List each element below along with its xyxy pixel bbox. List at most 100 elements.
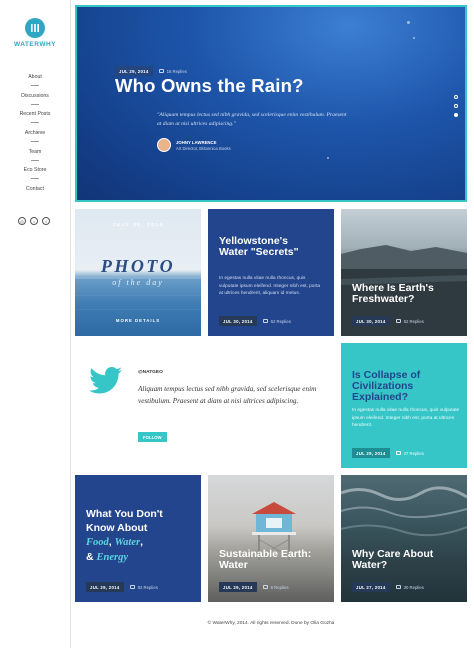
tile-twitter: @NATGEO Aliquam tempus lectus sed nibh g… — [75, 343, 334, 468]
tile-meta: JUL 29, 2014 6 Replies — [219, 582, 288, 592]
avatar — [157, 138, 171, 152]
tile-meta: JUL 29, 2014 27 Replies — [352, 448, 424, 458]
author-role: Art Director, Britannica Books — [176, 145, 231, 151]
sidebar-divider — [70, 0, 71, 648]
tweet-text: Aliquam tempus lectus sed nibh gravida, … — [138, 385, 317, 405]
tile-yellowstone[interactable]: Yellowstone's Water "Secrets" In egestas… — [208, 209, 334, 336]
tile-title[interactable]: Is Collapse of Civilizations Explained? — [352, 369, 464, 403]
comment-icon — [395, 585, 401, 589]
nav-item-contact[interactable]: Contact — [0, 184, 70, 203]
rain-drop — [327, 157, 329, 159]
tile-freshwater[interactable]: Where Is Earth's Freshwater? JUL 30, 201… — [341, 209, 467, 336]
replies-link[interactable]: 52 Replies — [395, 318, 424, 324]
photo-title: PHOTO — [100, 256, 176, 276]
hero-quote: "Aliquam tempus lectus sed nibh gravida,… — [157, 112, 347, 127]
replies-count: 62 Replies — [270, 318, 291, 324]
nav-separator — [31, 85, 39, 86]
date-badge: JUL 30, 2014 — [352, 316, 390, 326]
sidebar: WATERWHY About Discussions Recent Posts … — [0, 0, 70, 648]
page: WATERWHY About Discussions Recent Posts … — [0, 0, 474, 648]
hero-slider[interactable]: JUL 29, 2014 16 Replies Who Owns the Rai… — [75, 5, 467, 202]
title-emphasis: Energy — [96, 552, 129, 563]
tile-meta: JUL 30, 2014 62 Replies — [219, 316, 291, 326]
replies-link[interactable]: 6 Replies — [262, 584, 289, 590]
replies-count: 82 Replies — [137, 584, 158, 590]
rain-drop — [413, 37, 415, 39]
tile-meta: JUL 29, 2014 82 Replies — [86, 582, 158, 592]
comment-icon — [262, 585, 268, 589]
photo-date: JULY 30, 2014 — [112, 223, 164, 228]
tile-title[interactable]: Yellowstone's Water "Secrets" — [219, 235, 319, 258]
nav-item-archieve[interactable]: Archieve — [0, 128, 70, 147]
comment-icon — [395, 451, 401, 455]
replies-link[interactable]: 16 Replies — [158, 68, 187, 74]
nav-separator — [31, 141, 39, 143]
twitter-icon[interactable]: t — [30, 217, 38, 225]
date-badge: JUL 29, 2014 — [352, 448, 390, 458]
comment-icon — [262, 319, 268, 323]
nav-separator — [31, 159, 39, 161]
logo-text[interactable]: WATERWHY — [0, 41, 70, 48]
replies-link[interactable]: 82 Replies — [129, 584, 158, 590]
author: JOHNY LAWRENCE Art Director, Britannica … — [157, 138, 231, 152]
footer-copyright: © WaterWhy, 2014. All rights reserved. D… — [207, 621, 335, 626]
tile-food-water-energy[interactable]: What You Don't Know About Food, Water, &… — [75, 475, 201, 602]
nav-item-eco-store[interactable]: Eco Store — [0, 165, 70, 184]
title-line: What You Don't — [86, 508, 163, 520]
tile-sustainable-earth[interactable]: Sustainable Earth: Water JUL 29, 2014 6 … — [208, 475, 334, 602]
comment-icon — [158, 69, 164, 73]
nav-separator — [31, 103, 39, 105]
title-amp: & — [86, 551, 94, 563]
tile-excerpt: In egestas nulla vitae nulla rhoncus, qu… — [352, 408, 460, 428]
title-punct: , — [140, 536, 144, 548]
tile-meta: JUL 30, 2014 52 Replies — [352, 316, 424, 326]
nav-item-recent-posts[interactable]: Recent Posts — [0, 109, 70, 128]
twitter-handle[interactable]: @NATGEO — [138, 370, 163, 375]
replies-link[interactable]: 30 Replies — [395, 584, 424, 590]
replies-count: 30 Replies — [403, 584, 424, 590]
photo-subtitle: of the day — [112, 278, 164, 287]
facebook-icon[interactable]: f — [42, 217, 50, 225]
tile-excerpt: In egestas nulla vitae nulla rhoncus, qu… — [219, 276, 321, 296]
replies-link[interactable]: 27 Replies — [395, 450, 424, 456]
tile-why-care-water[interactable]: Why Care About Water? JUL 27, 2014 30 Re… — [341, 475, 467, 602]
replies-count: 16 Replies — [166, 68, 187, 74]
tile-meta: JUL 27, 2014 30 Replies — [352, 582, 424, 592]
tile-title[interactable]: Where Is Earth's Freshwater? — [352, 282, 462, 305]
dribbble-icon[interactable]: ◎ — [18, 217, 26, 225]
title-emphasis: Food — [86, 537, 109, 548]
nav-separator — [31, 122, 39, 124]
nav-item-about[interactable]: About — [0, 72, 70, 91]
nav-separator — [31, 178, 39, 180]
title-emphasis: Water — [114, 537, 141, 548]
tile-title[interactable]: Sustainable Earth: Water — [219, 548, 331, 571]
tile-title[interactable]: Why Care About Water? — [352, 548, 452, 571]
title-line: Know About — [86, 522, 148, 534]
follow-button[interactable]: FOLLOW — [138, 432, 167, 442]
date-badge: JUL 29, 2014 — [219, 582, 257, 592]
replies-count: 6 Replies — [270, 584, 289, 590]
logo-icon[interactable] — [25, 18, 45, 38]
slider-dot-active[interactable] — [454, 113, 458, 117]
tile-collapse[interactable]: Is Collapse of Civilizations Explained? … — [341, 343, 467, 468]
date-badge: JUL 29, 2014 — [86, 582, 124, 592]
main-nav: About Discussions Recent Posts Archieve … — [0, 72, 70, 203]
title-punct: , — [108, 536, 112, 548]
comment-icon — [129, 585, 135, 589]
tile-title[interactable]: What You Don't Know About Food, Water, &… — [86, 507, 196, 565]
date-badge: JUL 30, 2014 — [219, 316, 257, 326]
hero-title[interactable]: Who Owns the Rain? — [115, 75, 304, 97]
replies-count: 27 Replies — [403, 450, 424, 456]
twitter-bird-icon — [89, 367, 122, 394]
more-details-link[interactable]: MORE DETAILS — [75, 318, 201, 323]
nav-item-team[interactable]: Team — [0, 147, 70, 166]
social-links: ◎ t f — [18, 217, 50, 225]
date-badge: JUL 27, 2014 — [352, 582, 390, 592]
slider-dot[interactable] — [454, 104, 458, 108]
slider-dots — [454, 95, 458, 117]
tile-photo-of-the-day[interactable]: JULY 30, 2014 PHOTO of the day MORE DETA… — [75, 209, 201, 336]
nav-item-discussions[interactable]: Discussions — [0, 91, 70, 110]
slider-dot[interactable] — [454, 95, 458, 99]
replies-count: 52 Replies — [403, 318, 424, 324]
replies-link[interactable]: 62 Replies — [262, 318, 291, 324]
